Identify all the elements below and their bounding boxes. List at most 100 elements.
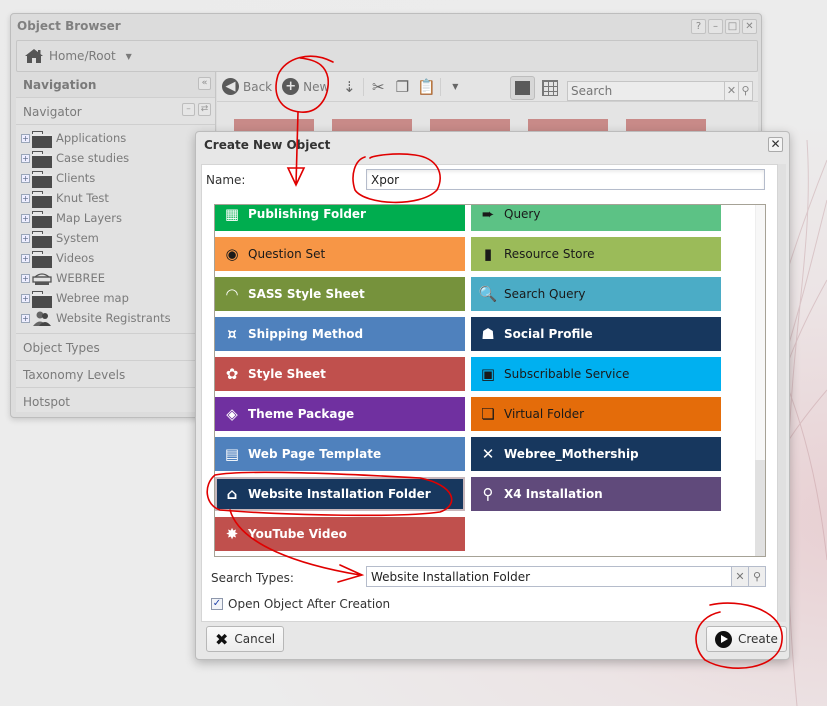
object-type-tile[interactable]: ▣ Subscribable Service: [471, 357, 721, 391]
tree-item[interactable]: + System: [21, 228, 215, 248]
chevron-down-icon[interactable]: ▼: [445, 82, 465, 91]
expand-icon[interactable]: +: [21, 153, 30, 163]
section-object-types[interactable]: Object Types +: [16, 333, 215, 360]
dialog-scrollbar[interactable]: [778, 164, 786, 622]
name-label: Name:: [206, 173, 246, 187]
expand-icon[interactable]: +: [21, 133, 30, 143]
toolbar-separator: [363, 77, 365, 96]
search-types-input[interactable]: [367, 567, 731, 586]
clear-icon[interactable]: ✕: [724, 82, 738, 100]
object-type-tile[interactable]: ◈ Theme Package: [215, 397, 465, 431]
toolbar-separator: [440, 77, 442, 96]
object-type-tile[interactable]: ✕ Webree_Mothership: [471, 437, 721, 471]
object-type-tile[interactable]: ✿ Style Sheet: [215, 357, 465, 391]
object-type-tile[interactable]: ⌂ Website Installation Folder: [215, 477, 465, 511]
section-label: Hotspot: [23, 395, 70, 409]
chevron-down-icon[interactable]: ▼: [126, 52, 132, 61]
cancel-button[interactable]: ✖ Cancel: [206, 626, 285, 652]
content-tile[interactable]: [528, 119, 608, 131]
object-type-label: Website Installation Folder: [248, 487, 431, 501]
tree-item[interactable]: + Clients: [21, 168, 215, 188]
object-type-tile[interactable]: ▦ Publishing Folder: [215, 205, 465, 231]
clear-icon[interactable]: ✕: [731, 567, 748, 586]
add-icon[interactable]: +: [282, 78, 300, 95]
create-button[interactable]: Create: [706, 626, 787, 652]
expand-icon[interactable]: +: [21, 253, 30, 263]
breadcrumb-home[interactable]: Home/Root ▼: [24, 48, 132, 64]
object-type-tile[interactable]: ◉ Question Set: [215, 237, 465, 271]
search-input[interactable]: [568, 82, 724, 100]
object-type-label: Resource Store: [504, 247, 595, 261]
object-type-tile[interactable]: 🔍 Search Query: [471, 277, 721, 311]
open-after-creation-option[interactable]: ✓ Open Object After Creation: [211, 597, 390, 611]
grid-view-icon[interactable]: [542, 80, 558, 96]
minus-icon[interactable]: –: [182, 103, 195, 116]
expand-icon[interactable]: +: [21, 313, 30, 323]
close-window-button[interactable]: ✕: [742, 19, 757, 34]
object-type-tile[interactable]: ❏ Virtual Folder: [471, 397, 721, 431]
tree-item[interactable]: + WEBREE: [21, 268, 215, 288]
object-type-label: Web Page Template: [248, 447, 382, 461]
new-button[interactable]: New: [303, 80, 329, 94]
tree-item[interactable]: + Knut Test: [21, 188, 215, 208]
expand-icon[interactable]: +: [21, 193, 30, 203]
expand-icon[interactable]: +: [21, 213, 30, 223]
search-box: ✕ ⚲: [567, 81, 753, 101]
fingerprint-icon: ◉: [225, 245, 239, 263]
tree-item[interactable]: + Case studies: [21, 148, 215, 168]
close-icon[interactable]: ✕: [768, 137, 783, 152]
breadcrumb-bar: Home/Root ▼: [16, 40, 758, 72]
users-icon: [33, 311, 51, 326]
list-scrollbar[interactable]: [755, 205, 765, 556]
object-type-tile[interactable]: ⚲ X4 Installation: [471, 477, 721, 511]
maximize-button[interactable]: □: [725, 19, 740, 34]
scrollbar-thumb[interactable]: [755, 460, 765, 556]
expand-icon[interactable]: +: [21, 293, 30, 303]
refresh-icon[interactable]: ⇄: [198, 103, 211, 116]
tree-item-label: WEBREE: [56, 271, 106, 285]
section-hotspot[interactable]: Hotspot: [16, 387, 215, 414]
object-type-tile[interactable]: ▤ Web Page Template: [215, 437, 465, 471]
section-label: Object Types: [23, 341, 100, 355]
object-type-tile[interactable]: ✸ YouTube Video: [215, 517, 465, 551]
sort-icon[interactable]: ⇣: [339, 78, 359, 96]
website-icon: ⌂: [226, 485, 238, 503]
content-tile[interactable]: [234, 119, 314, 131]
expand-icon[interactable]: +: [21, 273, 30, 283]
collapse-icon[interactable]: «: [198, 77, 211, 90]
expand-icon[interactable]: +: [21, 173, 30, 183]
minimize-button[interactable]: –: [708, 19, 723, 34]
object-type-tile[interactable]: ◠ SASS Style Sheet: [215, 277, 465, 311]
content-tile[interactable]: [626, 119, 706, 131]
object-type-label: Webree_Mothership: [504, 447, 639, 461]
tree-item[interactable]: + Website Registrants: [21, 308, 215, 328]
object-type-label: Publishing Folder: [248, 207, 366, 221]
content-tile[interactable]: [332, 119, 412, 131]
cut-icon[interactable]: ✂: [368, 78, 388, 96]
open-after-creation-checkbox[interactable]: ✓: [211, 598, 223, 610]
tree-item-label: Videos: [56, 251, 95, 265]
tree-item[interactable]: + Webree map: [21, 288, 215, 308]
copy-icon[interactable]: ❐: [392, 78, 412, 96]
paste-icon[interactable]: 📋: [416, 78, 436, 96]
object-type-tile[interactable]: ▮ Resource Store: [471, 237, 721, 271]
tile-view-button[interactable]: [510, 76, 535, 100]
object-type-tile[interactable]: ¤ Shipping Method: [215, 317, 465, 351]
search-icon[interactable]: ⚲: [738, 82, 752, 100]
object-type-tile[interactable]: ➨ Query: [471, 205, 721, 231]
search-icon[interactable]: ⚲: [748, 567, 765, 586]
tree-item[interactable]: + Map Layers: [21, 208, 215, 228]
section-taxonomy-levels[interactable]: Taxonomy Levels: [16, 360, 215, 387]
expand-icon[interactable]: +: [21, 233, 30, 243]
back-icon[interactable]: ◀: [222, 78, 239, 95]
tree-item[interactable]: + Videos: [21, 248, 215, 268]
content-tile[interactable]: [430, 119, 510, 131]
help-button[interactable]: ?: [691, 19, 706, 34]
back-button[interactable]: Back: [243, 80, 272, 94]
object-type-tile[interactable]: ☗ Social Profile: [471, 317, 721, 351]
open-after-creation-label: Open Object After Creation: [228, 597, 391, 611]
tree-item[interactable]: + Applications: [21, 128, 215, 148]
object-type-label: Subscribable Service: [504, 367, 630, 381]
name-input[interactable]: [366, 169, 765, 190]
search-types-box: ✕ ⚲: [366, 566, 766, 587]
